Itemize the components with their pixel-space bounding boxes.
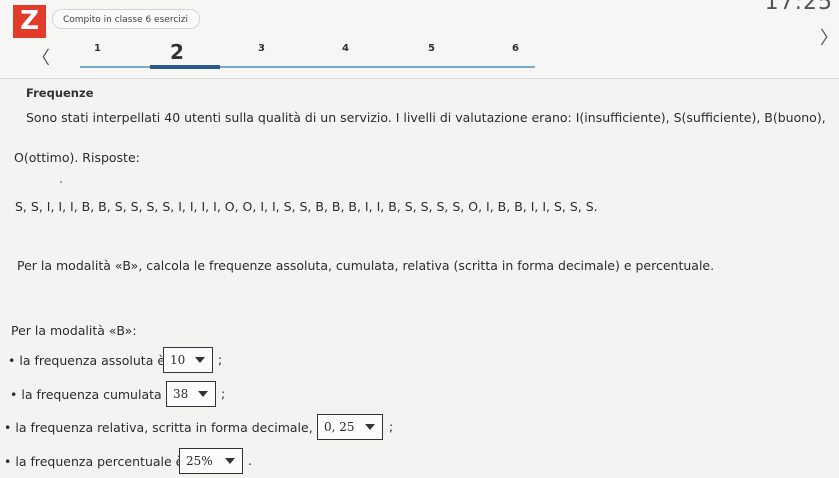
dropdown-cumulative-frequency[interactable]: 38 bbox=[166, 381, 216, 407]
assignment-title: Compito in classe 6 esercizi bbox=[52, 9, 200, 29]
dropdown-arrow-icon bbox=[198, 391, 208, 397]
answer-label-cumulative: • la frequenza cumulata è bbox=[10, 387, 174, 402]
tab-5[interactable]: 5 bbox=[428, 43, 435, 54]
tab-6[interactable]: 6 bbox=[512, 43, 519, 54]
dropdown-relative-frequency[interactable]: 0, 25 bbox=[317, 414, 383, 440]
next-arrow-icon[interactable]: 〉 bbox=[820, 24, 838, 50]
tab-1[interactable]: 1 bbox=[94, 43, 101, 54]
exercise-heading: Frequenze bbox=[26, 86, 94, 100]
stray-dot bbox=[60, 181, 62, 183]
responses-list: S, S, I, I, I, B, B, S, S, S, S, I, I, I… bbox=[15, 199, 598, 214]
task-text: Per la modalità «B», calcola le frequenz… bbox=[17, 258, 715, 273]
dropdown-percentage-frequency[interactable]: 25% bbox=[179, 448, 243, 474]
header-divider bbox=[0, 78, 839, 79]
answer-end-punct: ; bbox=[221, 386, 226, 401]
answer-end-punct: . bbox=[248, 453, 252, 468]
answer-label-relative: • la frequenza relativa, scritta in form… bbox=[4, 420, 325, 435]
dropdown-arrow-icon bbox=[365, 424, 375, 430]
dropdown-value: 10 bbox=[170, 353, 186, 367]
exercise-intro-line-1: Sono stati interpellati 40 utenti sulla … bbox=[26, 110, 826, 125]
tab-2[interactable]: 2 bbox=[170, 40, 184, 64]
clock: 17:25 bbox=[764, 0, 833, 15]
dropdown-value: 0, 25 bbox=[324, 420, 355, 434]
dropdown-arrow-icon bbox=[195, 357, 205, 363]
answer-end-punct: ; bbox=[218, 352, 223, 367]
for-mode-label: Per la modalità «B»: bbox=[11, 323, 137, 338]
dropdown-absolute-frequency[interactable]: 10 bbox=[163, 347, 213, 373]
answer-label-percentage: • la frequenza percentuale è bbox=[4, 454, 184, 469]
exercise-intro-line-2: O(ottimo). Risposte: bbox=[14, 150, 140, 165]
answer-end-punct: ; bbox=[389, 419, 394, 434]
answer-label-absolute: • la frequenza assoluta è bbox=[8, 353, 166, 368]
dropdown-value: 38 bbox=[173, 387, 189, 401]
tab-track bbox=[80, 66, 535, 68]
app-logo: Z bbox=[13, 5, 46, 38]
tab-active-indicator bbox=[150, 65, 220, 69]
tab-3[interactable]: 3 bbox=[258, 43, 265, 54]
dropdown-value: 25% bbox=[186, 454, 213, 468]
dropdown-arrow-icon bbox=[225, 458, 235, 464]
tab-4[interactable]: 4 bbox=[342, 43, 349, 54]
prev-arrow-icon[interactable]: 〈 bbox=[32, 44, 50, 70]
